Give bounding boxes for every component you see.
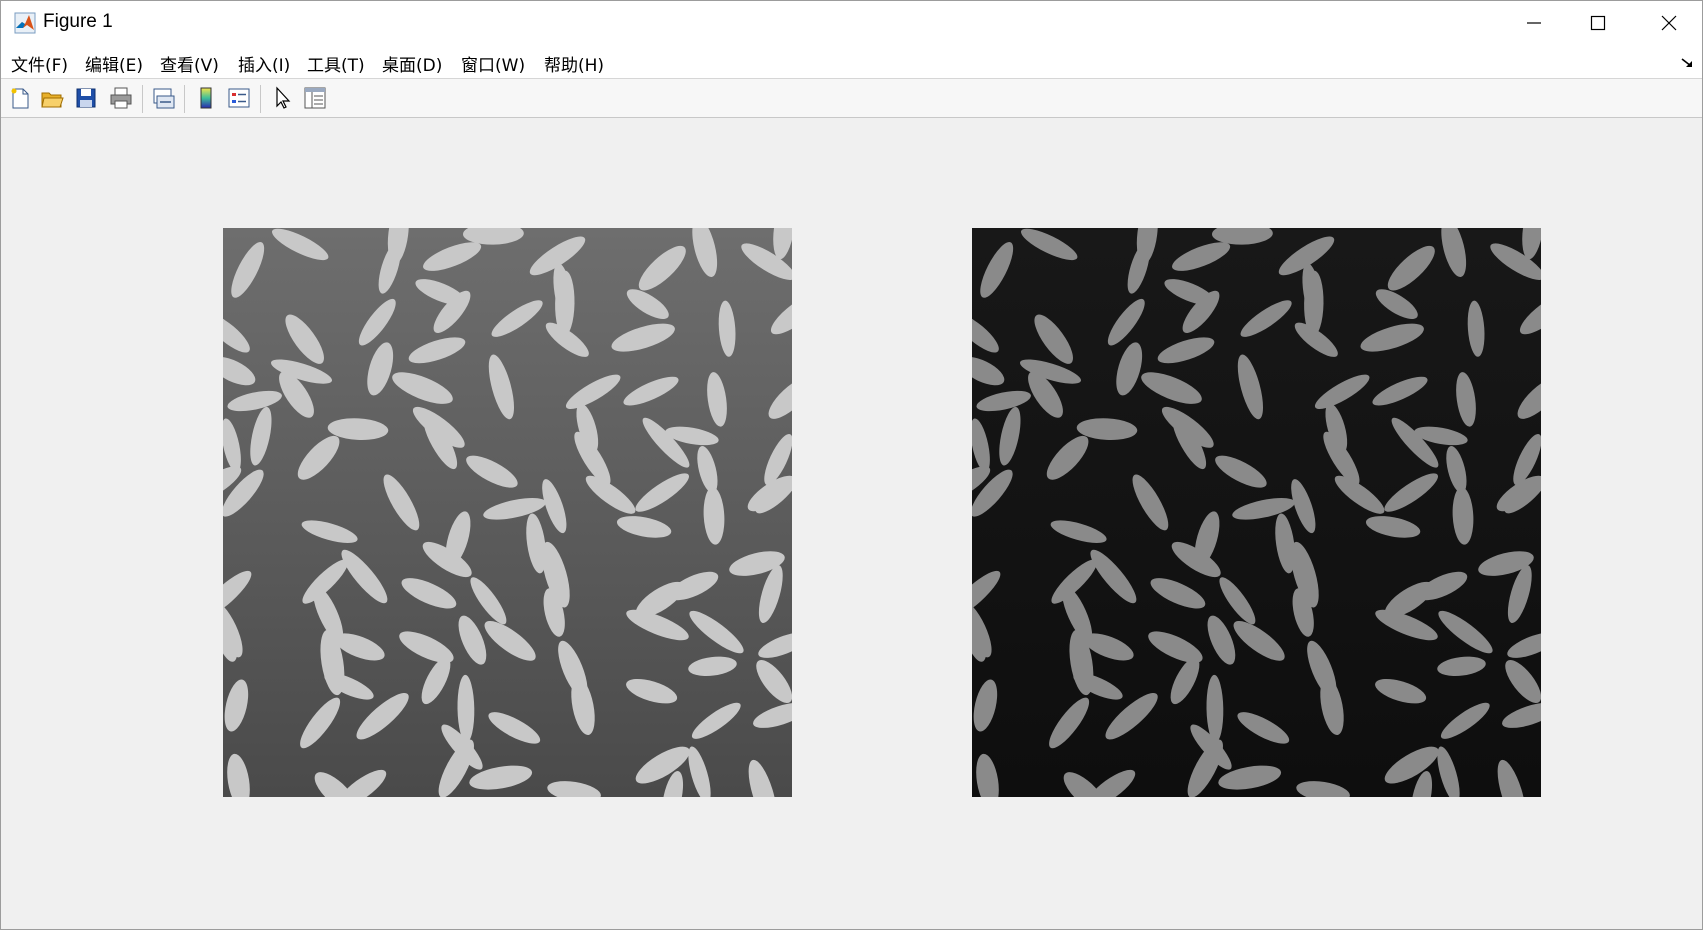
insert-colorbar-button[interactable] bbox=[193, 85, 219, 111]
menu-file[interactable]: 文件(F) bbox=[11, 51, 68, 76]
insert-legend-button[interactable] bbox=[226, 85, 252, 111]
open-file-button[interactable] bbox=[39, 85, 65, 111]
insert-colorbar-icon bbox=[200, 87, 212, 109]
processed-rice-image bbox=[972, 228, 1541, 797]
edit-plot-button[interactable] bbox=[270, 85, 296, 111]
figure-window: Figure 1 文件(F) 编辑(E) 查看(V) 插入(I) 工具(T) 桌… bbox=[0, 0, 1703, 930]
figure-toolbar bbox=[1, 79, 1702, 118]
close-button[interactable] bbox=[1634, 1, 1702, 45]
maximize-icon bbox=[1590, 15, 1606, 31]
menu-edit[interactable]: 编辑(E) bbox=[85, 51, 143, 76]
save-icon bbox=[76, 88, 96, 108]
property-inspector-icon bbox=[304, 87, 326, 109]
property-inspector-button[interactable] bbox=[302, 85, 328, 111]
menu-desktop[interactable]: 桌面(D) bbox=[382, 51, 442, 76]
new-figure-button[interactable] bbox=[7, 85, 33, 111]
open-file-icon bbox=[41, 92, 64, 108]
figure-canvas[interactable] bbox=[1, 118, 1702, 929]
minimize-button[interactable] bbox=[1499, 1, 1569, 45]
menu-help[interactable]: 帮助(H) bbox=[544, 51, 604, 76]
title-bar[interactable]: Figure 1 bbox=[1, 1, 1702, 45]
menu-view[interactable]: 查看(V) bbox=[160, 51, 219, 76]
edit-plot-pointer-icon bbox=[276, 86, 291, 109]
maximize-button[interactable] bbox=[1563, 1, 1633, 45]
save-button[interactable] bbox=[73, 85, 99, 111]
minimize-icon bbox=[1527, 22, 1541, 24]
menu-bar: 文件(F) 编辑(E) 查看(V) 插入(I) 工具(T) 桌面(D) 窗口(W… bbox=[1, 45, 1702, 79]
window-title: Figure 1 bbox=[43, 11, 113, 32]
dock-figure-icon[interactable] bbox=[1680, 57, 1694, 69]
print-button[interactable] bbox=[108, 85, 134, 111]
link-plot-button[interactable] bbox=[150, 85, 176, 111]
menu-tools[interactable]: 工具(T) bbox=[307, 51, 365, 76]
original-rice-image bbox=[223, 228, 792, 797]
right-axes[interactable] bbox=[972, 228, 1541, 797]
insert-legend-icon bbox=[228, 88, 250, 108]
close-icon bbox=[1661, 15, 1677, 31]
matlab-logo-icon bbox=[14, 12, 36, 34]
menu-window[interactable]: 窗口(W) bbox=[461, 51, 525, 76]
left-axes[interactable] bbox=[223, 228, 792, 797]
link-plot-icon bbox=[153, 88, 175, 109]
print-icon bbox=[110, 87, 132, 109]
new-figure-icon bbox=[11, 88, 29, 109]
menu-insert[interactable]: 插入(I) bbox=[238, 51, 290, 76]
